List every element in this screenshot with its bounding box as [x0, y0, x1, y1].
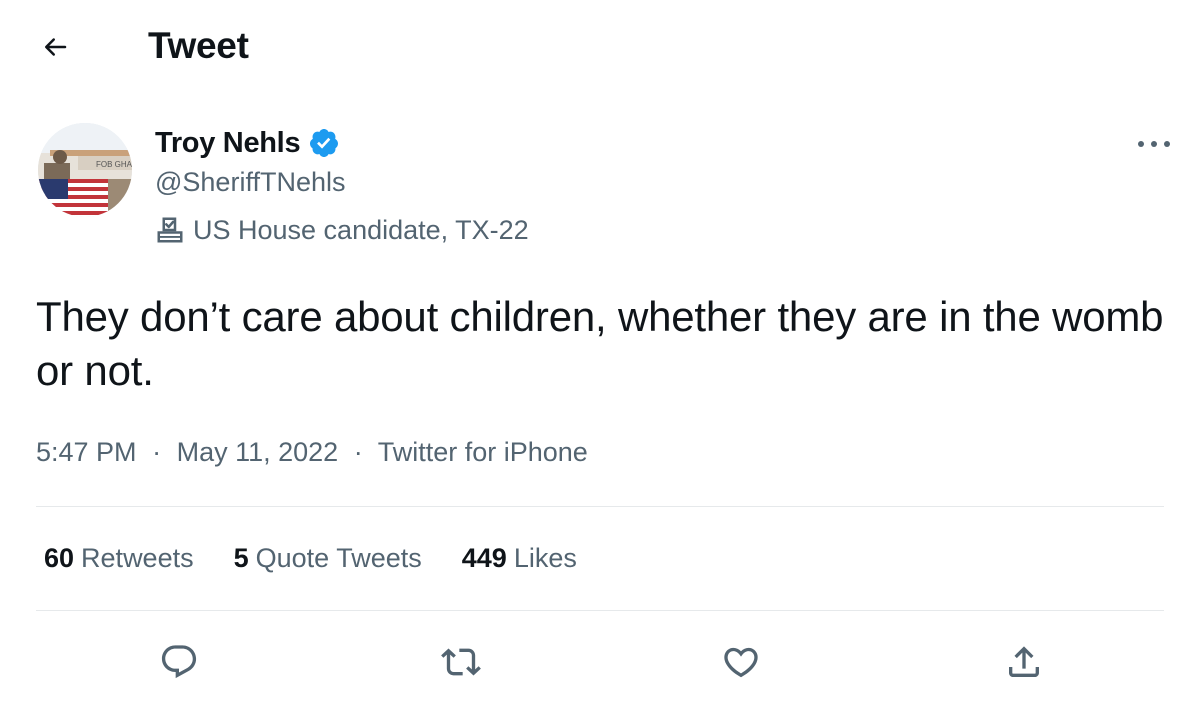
affiliation-text: US House candidate, TX-22: [193, 214, 529, 245]
tweet-text: They don’t care about children, whether …: [36, 293, 1164, 394]
ballot-box-icon: [155, 215, 185, 245]
avatar[interactable]: FOB GHA: [38, 123, 132, 217]
tweet-page: Tweet FOB GHA Troy Nehls @SheriffTNehls …: [0, 0, 1200, 712]
divider: [36, 506, 1164, 507]
engagement-stats: 60 Retweets 5 Quote Tweets 449 Likes: [44, 540, 617, 576]
quote-tweets-label: Quote Tweets: [255, 543, 422, 573]
reply-icon: [161, 645, 197, 679]
reply-button[interactable]: [155, 638, 203, 686]
quote-tweets-count: 5: [233, 543, 249, 573]
quote-tweets-stat[interactable]: 5 Quote Tweets: [234, 540, 422, 576]
tweet-date[interactable]: May 11, 2022: [177, 437, 339, 467]
author-handle[interactable]: @SheriffTNehls: [155, 164, 345, 200]
heart-icon: [724, 647, 758, 678]
retweet-button[interactable]: [437, 638, 485, 686]
retweet-icon: [441, 648, 481, 676]
more-options-button[interactable]: [1134, 130, 1174, 158]
share-icon: [1009, 646, 1039, 677]
retweets-stat[interactable]: 60 Retweets: [44, 540, 194, 576]
likes-stat[interactable]: 449 Likes: [462, 540, 577, 576]
back-button[interactable]: [32, 24, 78, 70]
meta-separator: ·: [152, 437, 162, 467]
likes-label: Likes: [513, 543, 577, 573]
verified-badge-icon: [308, 127, 340, 159]
retweets-label: Retweets: [81, 543, 194, 573]
author-name-row: Troy Nehls: [155, 124, 340, 162]
tweet-time[interactable]: 5:47 PM: [36, 437, 137, 467]
likes-count: 449: [461, 543, 507, 573]
header-bar: Tweet: [0, 0, 1200, 92]
action-bar: [0, 632, 1200, 692]
like-button[interactable]: [717, 638, 765, 686]
share-button[interactable]: [1000, 638, 1048, 686]
retweets-count: 60: [44, 543, 75, 573]
affiliation-label: US House candidate, TX-22: [155, 212, 529, 248]
more-horizontal-icon: [1138, 141, 1170, 147]
tweet-source[interactable]: Twitter for iPhone: [378, 437, 588, 467]
author-name[interactable]: Troy Nehls: [155, 127, 301, 160]
divider: [36, 610, 1164, 611]
meta-separator: ·: [353, 437, 363, 467]
page-title: Tweet: [148, 25, 249, 66]
arrow-left-icon: [45, 38, 67, 56]
avatar-sign-text: FOB GHA: [96, 160, 132, 169]
tweet-meta: 5:47 PM · May 11, 2022 · Twitter for iPh…: [36, 434, 588, 470]
